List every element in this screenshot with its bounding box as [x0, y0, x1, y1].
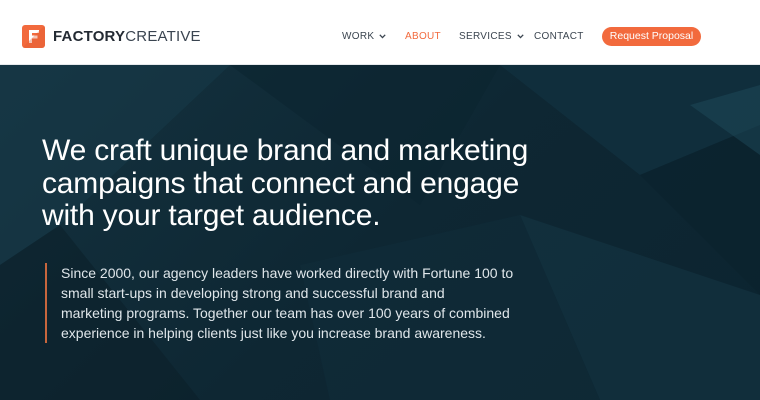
hero-description: Since 2000, our agency leaders have work…	[45, 263, 565, 343]
nav-label: CONTACT	[534, 31, 584, 42]
logo-light-text: CREATIVE	[125, 28, 201, 45]
nav-item-contact[interactable]: CONTACT	[534, 31, 584, 42]
description-line: small start-ups in developing strong and…	[61, 285, 445, 301]
headline-line: We craft unique brand and marketing	[42, 134, 529, 167]
nav-item-work[interactable]: WORK	[342, 31, 386, 42]
logo-bold-text: FACTORY	[53, 28, 126, 45]
logo-wordmark: FACTORYCREATIVE	[53, 25, 201, 48]
site-header: FACTORYCREATIVE WORK ABOUT SERVICES CONT…	[0, 0, 760, 65]
nav-item-services[interactable]: SERVICES	[459, 31, 524, 42]
chevron-down-icon	[379, 31, 386, 42]
headline-line: campaigns that connect and engage	[42, 166, 520, 200]
logo[interactable]: FACTORYCREATIVE	[22, 25, 201, 48]
description-line: marketing programs. Together our team ha…	[61, 305, 510, 321]
description-line: experience in helping clients just like …	[61, 325, 486, 341]
nav-item-about[interactable]: ABOUT	[405, 31, 441, 42]
description-line: Since 2000, our agency leaders have work…	[61, 265, 514, 281]
logo-f-mark-icon	[22, 25, 45, 48]
nav-label: WORK	[342, 31, 375, 42]
nav-label: ABOUT	[405, 31, 441, 42]
request-proposal-button[interactable]: Request Proposal	[602, 27, 701, 46]
hero-headline: We craft unique brand and marketing camp…	[42, 134, 602, 233]
headline-line: with your target audience.	[42, 199, 381, 232]
chevron-down-icon	[517, 31, 524, 42]
hero-section: We craft unique brand and marketing camp…	[0, 65, 760, 400]
hero-background-shapes	[0, 65, 760, 400]
nav-label: SERVICES	[459, 31, 512, 42]
